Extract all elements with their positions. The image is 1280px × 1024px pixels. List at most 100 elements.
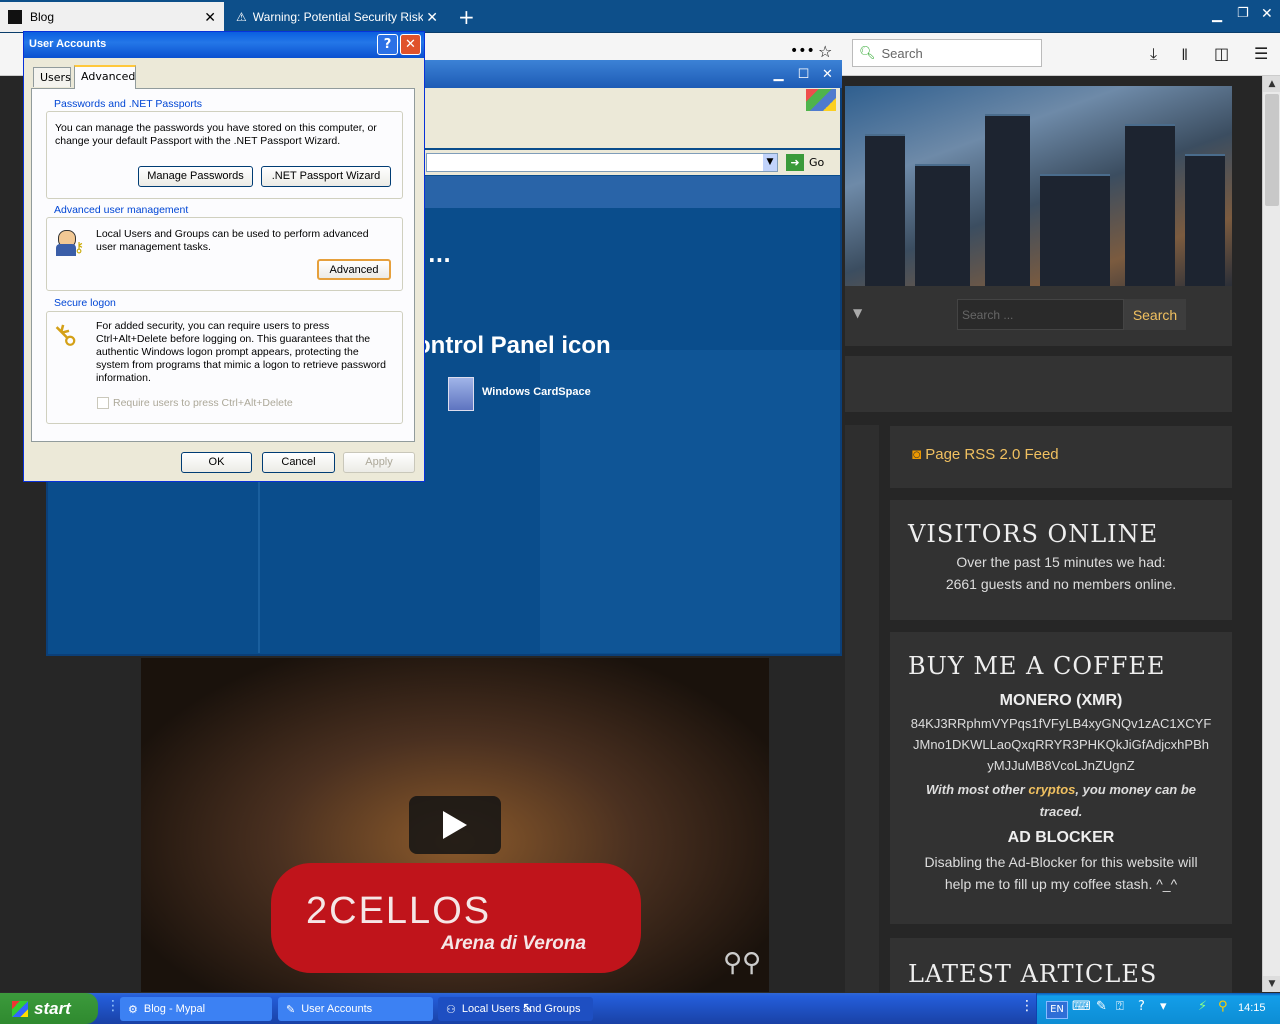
options-icon[interactable]: ▾ — [1160, 999, 1167, 1014]
page-actions-icon[interactable]: ••• — [790, 43, 815, 59]
dialog-titlebar: User Accounts — [24, 32, 424, 58]
start-button[interactable]: start — [0, 993, 98, 1024]
close-tab-icon[interactable]: ✕ — [204, 9, 216, 26]
search-input[interactable]: 🔍︎ Search — [852, 39, 1042, 67]
page-scrollbar[interactable]: ▲ ▼ — [1262, 76, 1280, 992]
users-keys-icon: ⚷ — [54, 228, 86, 258]
task-blog[interactable]: ⚙ Blog - Mypal — [120, 997, 272, 1021]
tab-blog[interactable]: Blog ✕ — [0, 2, 224, 32]
manage-passwords-button[interactable]: Manage Passwords — [138, 166, 253, 187]
scroll-up-icon[interactable]: ▲ — [1263, 76, 1280, 92]
site-search-input[interactable]: Search ... — [957, 299, 1124, 330]
video-player[interactable]: 2CELLOS Arena di Verona ⚲⚲ — [141, 658, 769, 992]
monero-heading: MONERO (XMR) — [999, 692, 1123, 709]
video-title: 2CELLOS — [306, 890, 492, 932]
task-local-users[interactable]: ⚇ Local Users and Groups — [438, 997, 593, 1021]
play-button[interactable] — [409, 796, 501, 854]
task-user-accounts[interactable]: ✎ User Accounts — [278, 997, 433, 1021]
dialog-close-icon[interactable]: ✕ — [400, 34, 421, 55]
menu-icon[interactable]: ☰ — [1254, 44, 1268, 63]
ok-button[interactable]: OK — [181, 452, 252, 473]
tab-advanced[interactable]: Advanced — [74, 65, 136, 89]
latest-articles-title: LATEST ARTICLES — [908, 960, 1158, 988]
cp-address-input[interactable] — [426, 153, 778, 172]
library-icon[interactable]: 𝍪 — [1182, 44, 1187, 71]
secure-logon-description: For added security, you can require user… — [96, 320, 387, 384]
language-indicator[interactable]: EN — [1046, 1001, 1068, 1019]
passwords-group-label: Passwords and .NET Passports — [52, 98, 205, 110]
question-icon[interactable]: ? — [1138, 999, 1145, 1014]
clock: 14:15 — [1238, 1002, 1266, 1014]
header-city-image — [845, 86, 1232, 286]
apply-button[interactable]: Apply — [343, 452, 415, 473]
cp-minimize-icon[interactable]: ▁ — [768, 64, 789, 85]
cp-maximize-icon[interactable]: ☐ — [793, 64, 814, 85]
pen-icon[interactable]: ✎ — [1096, 999, 1107, 1014]
monero-address-1: 84KJ3RRphmVYPqs1fVFyLB4xyGNQv1zAC1XCYF — [910, 716, 1212, 731]
video-subtitle: Arena di Verona — [441, 933, 587, 954]
quick-launch-icon[interactable]: ⋮ — [106, 998, 120, 1014]
cp-ellipsis: ... — [428, 243, 451, 267]
network-icon[interactable]: ⚡ — [1198, 999, 1207, 1014]
sidebar-icon[interactable]: ◫ — [1214, 44, 1229, 63]
cryptos-link[interactable]: cryptos — [1028, 782, 1075, 797]
rss-icon: ◙ — [912, 446, 922, 463]
scroll-thumb[interactable] — [1265, 94, 1279, 206]
minimize-icon[interactable]: ▁ — [1212, 8, 1222, 23]
rss-link[interactable]: ◙ Page RSS 2.0 Feed — [890, 426, 1232, 463]
site-favicon-icon — [8, 10, 22, 24]
windows-logo-icon — [806, 89, 836, 111]
dialog-title: User Accounts — [29, 38, 107, 50]
visitors-title: VISITORS ONLINE — [908, 520, 1159, 548]
rss-widget: ◙ Page RSS 2.0 Feed — [890, 426, 1232, 488]
visitors-widget: VISITORS ONLINE Over the past 15 minutes… — [890, 500, 1232, 620]
advanced-user-mgmt-label: Advanced user management — [52, 204, 191, 216]
monero-address-3: yMJJuMB8VcoLJnZUgnZ — [987, 758, 1135, 773]
cardspace-link[interactable]: Windows CardSpace — [482, 386, 591, 398]
ctrl-alt-del-label: Require users to press Ctrl+Alt+Delete — [113, 397, 293, 409]
address-dropdown-icon[interactable]: ▼ — [763, 154, 777, 171]
cardspace-icon — [448, 377, 474, 411]
new-tab-button[interactable]: + — [458, 5, 475, 29]
bookmark-star-icon[interactable]: ☆ — [818, 42, 832, 61]
adblock-heading: AD BLOCKER — [1007, 829, 1115, 846]
warning-icon: ⚠ — [236, 10, 247, 24]
scroll-down-icon[interactable]: ▼ — [1263, 976, 1280, 992]
advanced-user-mgmt-description: Local Users and Groups can be used to pe… — [96, 228, 369, 253]
tray-separator-icon: ⋮ — [1020, 998, 1034, 1014]
tab-users[interactable]: Users — [33, 67, 71, 87]
windows-flag-icon — [12, 1000, 28, 1017]
monero-address-2: JMno1DKWLLaoQxqRRYR3PHKQkJiGfAdjcxhPBh — [913, 737, 1209, 752]
restore-icon[interactable]: ❐ — [1237, 6, 1249, 21]
ctrl-alt-del-checkbox[interactable] — [97, 397, 109, 409]
adblock-text: Disabling the Ad-Blocker for this websit… — [924, 854, 1198, 892]
tab-warning[interactable]: ⚠ Warning: Potential Security Risk A ✕ — [228, 2, 446, 32]
passwords-description: You can manage the passwords you have st… — [55, 122, 377, 147]
site-submenu-bar — [845, 356, 1232, 412]
coffee-widget: BUY ME A COFFEE MONERO (XMR) 84KJ3RRphmV… — [890, 632, 1232, 924]
search-tray-icon[interactable]: ⚲ — [1218, 999, 1228, 1014]
keyboard-icon[interactable]: ⌨ — [1072, 999, 1091, 1014]
latest-articles-widget: LATEST ARTICLES — [890, 938, 1232, 993]
help-icon[interactable]: ? — [377, 34, 398, 55]
site-search-button[interactable]: Search — [1124, 299, 1186, 330]
close-window-icon[interactable]: ✕ — [1261, 6, 1273, 22]
cancel-button[interactable]: Cancel — [262, 452, 335, 473]
cellists-logo-icon: ⚲⚲ — [723, 948, 762, 978]
play-icon — [443, 811, 467, 839]
download-icon[interactable]: ⤓ — [1150, 44, 1157, 64]
browser-icon: ⚙ — [128, 1003, 138, 1016]
net-passport-wizard-button[interactable]: .NET Passport Wizard — [261, 166, 391, 187]
cp-heading: ontrol Panel icon — [416, 332, 611, 359]
go-button[interactable]: Go — [809, 156, 824, 169]
cp-close-icon[interactable]: ✕ — [817, 64, 838, 85]
visitors-line2: 2661 guests and no members online. — [945, 576, 1177, 592]
tab-label: Warning: Potential Security Risk A — [252, 10, 423, 24]
search-icon: 🔍︎ — [859, 45, 876, 60]
visitors-line1: Over the past 15 minutes we had: — [956, 554, 1166, 570]
go-arrow-icon[interactable]: ➜ — [786, 154, 804, 171]
advanced-button[interactable]: Advanced — [317, 259, 391, 280]
menu-dropdown-icon[interactable]: ▼ — [853, 306, 862, 320]
help-tray-icon[interactable]: ⍰ — [1116, 999, 1124, 1014]
close-tab-icon[interactable]: ✕ — [426, 9, 438, 26]
